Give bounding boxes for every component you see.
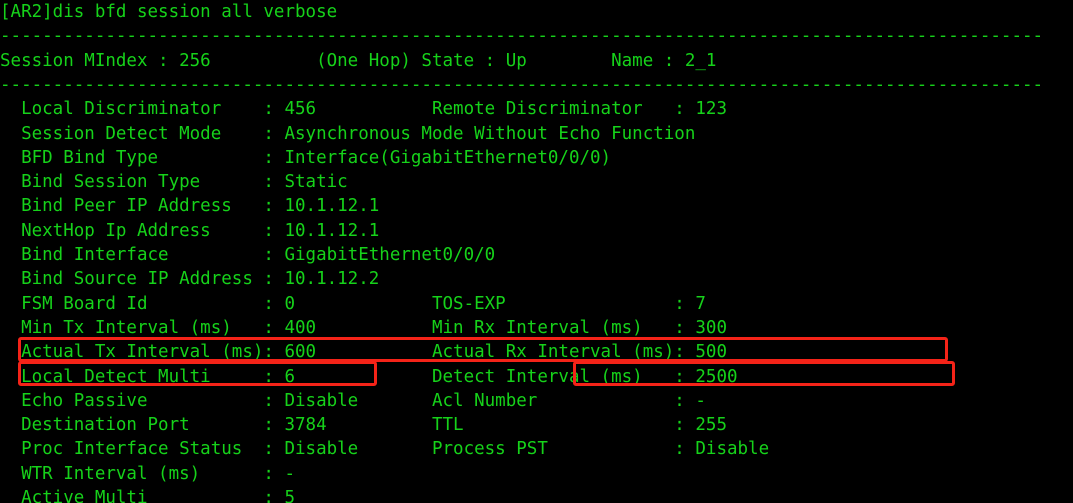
- separator-bottom: ----------------------------------------…: [0, 74, 1044, 95]
- terminal-window[interactable]: [AR2]dis bfd session all verbose -------…: [0, 0, 1073, 503]
- field-row-bind-peer-ip-address: Bind Peer IP Address : 10.1.12.1: [0, 196, 380, 217]
- field-row-bind-interface: Bind Interface : GigabitEthernet0/0/0: [0, 245, 496, 265]
- field-row-min-tx-interval: Min Tx Interval (ms) : 400 Min Rx Interv…: [0, 317, 727, 338]
- field-row-bfd-bind-type: BFD Bind Type : Interface(GigabitEtherne…: [0, 147, 612, 168]
- session-header-line: Session MIndex : 256 (One Hop) State : U…: [0, 50, 717, 71]
- field-row-nexthop-ip-address: NextHop Ip Address : 10.1.12.1: [0, 220, 380, 241]
- field-row-local-detect-multi: Local Detect Multi : 6 Detect Interval (…: [0, 366, 738, 387]
- field-row-proc-interface-status: Proc Interface Status : Disable Process …: [0, 439, 770, 460]
- field-row-wtr-interval: WTR Interval (ms) : -: [0, 463, 296, 484]
- field-row-echo-passive: Echo Passive : Disable Acl Number : -: [0, 390, 706, 411]
- field-row-local-discriminator: Local Discriminator : 456 Remote Discrim…: [0, 99, 727, 120]
- field-row-actual-tx-interval: Actual Tx Interval (ms): 600 Actual Rx I…: [0, 342, 727, 363]
- field-row-fsm-board-id: FSM Board Id : 0 TOS-EXP : 7: [0, 293, 706, 314]
- field-row-bind-source-ip: Bind Source IP Address : 10.1.12.2: [0, 269, 380, 290]
- field-row-session-detect-mode: Session Detect Mode : Asynchronous Mode …: [0, 123, 696, 144]
- field-row-destination-port: Destination Port : 3784 TTL : 255: [0, 415, 727, 436]
- separator-top: ----------------------------------------…: [0, 26, 1044, 47]
- field-row-bind-session-type: Bind Session Type : Static: [0, 172, 348, 193]
- field-row-active-multi: Active Multi : 5: [0, 488, 296, 503]
- command-line: [AR2]dis bfd session all verbose: [0, 2, 338, 22]
